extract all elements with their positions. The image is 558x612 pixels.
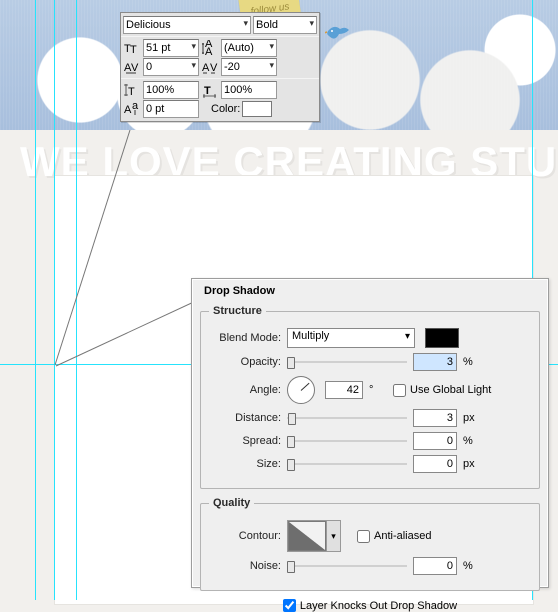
distance-input[interactable] <box>413 409 457 427</box>
svg-text:V: V <box>131 62 139 74</box>
contour-label: Contour: <box>209 530 281 542</box>
blend-mode-select[interactable]: Multiply <box>287 328 415 348</box>
font-size-input[interactable] <box>143 39 199 57</box>
angle-input[interactable] <box>325 381 363 399</box>
chevron-down-icon[interactable]: ▾ <box>326 521 340 551</box>
character-panel: TT AA AV AV T T Aa Color: <box>120 12 320 122</box>
quality-group: Quality Contour: ▾ Anti-aliased Noise: % <box>200 497 540 591</box>
guide-vertical <box>54 0 55 600</box>
size-label: Size: <box>209 458 281 470</box>
tracking-icon: AV <box>201 58 219 76</box>
quality-legend: Quality <box>209 497 254 509</box>
text-color-swatch[interactable] <box>242 101 272 117</box>
noise-label: Noise: <box>209 560 281 572</box>
leading-input[interactable] <box>221 39 277 57</box>
angle-dial[interactable] <box>287 376 315 404</box>
kerning-icon: AV <box>123 58 141 76</box>
font-size-icon: TT <box>123 39 141 57</box>
blend-mode-label: Blend Mode: <box>209 332 281 344</box>
noise-input[interactable] <box>413 557 457 575</box>
color-label: Color: <box>211 103 240 115</box>
guide-vertical <box>76 0 77 600</box>
kerning-input[interactable] <box>143 58 199 76</box>
baseline-shift-icon: Aa <box>123 100 141 118</box>
structure-group: Structure Blend Mode: Multiply Opacity: … <box>200 305 540 489</box>
spread-label: Spread: <box>209 435 281 447</box>
svg-text:A: A <box>205 46 213 56</box>
bird-icon <box>325 22 351 45</box>
distance-slider[interactable] <box>287 411 407 425</box>
font-family-select[interactable] <box>123 16 251 34</box>
baseline-shift-input[interactable] <box>143 100 199 118</box>
opacity-slider[interactable] <box>287 355 407 369</box>
degree-unit: ° <box>369 384 387 396</box>
px-unit: px <box>463 412 481 424</box>
svg-text:A: A <box>202 62 210 74</box>
contour-picker[interactable]: ▾ <box>287 520 341 552</box>
percent-unit: % <box>463 356 481 368</box>
size-slider[interactable] <box>287 457 407 471</box>
size-input[interactable] <box>413 455 457 473</box>
guide-vertical <box>35 0 36 600</box>
noise-slider[interactable] <box>287 559 407 573</box>
px-unit: px <box>463 458 481 470</box>
svg-text:T: T <box>130 44 137 56</box>
opacity-label: Opacity: <box>209 356 281 368</box>
svg-text:V: V <box>210 62 218 74</box>
spread-input[interactable] <box>413 432 457 450</box>
shadow-color-swatch[interactable] <box>425 328 459 348</box>
use-global-light-checkbox[interactable]: Use Global Light <box>393 384 491 397</box>
vertical-scale-input[interactable] <box>143 81 199 99</box>
percent-unit: % <box>463 560 481 572</box>
drop-shadow-title: Drop Shadow <box>204 285 542 297</box>
horizontal-scale-input[interactable] <box>221 81 277 99</box>
structure-legend: Structure <box>209 305 266 317</box>
layer-knocks-out-checkbox[interactable]: Layer Knocks Out Drop Shadow <box>283 599 457 612</box>
angle-label: Angle: <box>209 384 281 396</box>
leading-icon: AA <box>201 39 219 57</box>
svg-text:T: T <box>128 86 135 98</box>
spread-slider[interactable] <box>287 434 407 448</box>
font-style-select[interactable] <box>253 16 317 34</box>
drop-shadow-panel: Drop Shadow Structure Blend Mode: Multip… <box>191 278 549 588</box>
vertical-scale-icon: T <box>123 81 141 99</box>
horizontal-scale-icon: T <box>201 81 219 99</box>
svg-text:T: T <box>204 85 211 97</box>
percent-unit: % <box>463 435 481 447</box>
tracking-input[interactable] <box>221 58 277 76</box>
svg-text:A: A <box>124 104 132 116</box>
opacity-input[interactable] <box>413 353 457 371</box>
anti-aliased-checkbox[interactable]: Anti-aliased <box>357 530 431 543</box>
distance-label: Distance: <box>209 412 281 424</box>
